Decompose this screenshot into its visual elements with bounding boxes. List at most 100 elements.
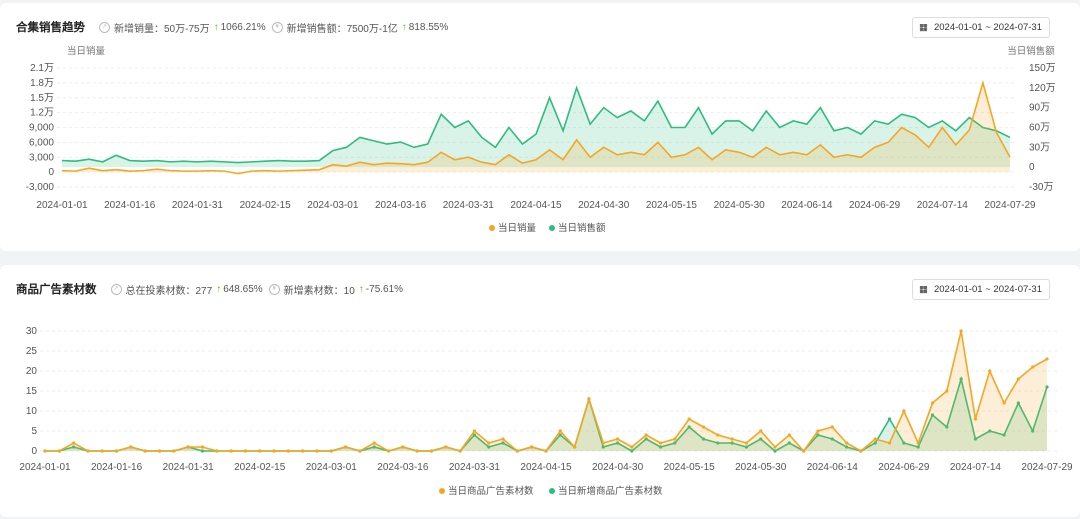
y2-tick-label: 120万 [1029, 83, 1056, 94]
y2-tick-label: 60万 [1029, 123, 1050, 134]
x-tick-label: 2024-02-15 [234, 462, 286, 473]
data-point [1031, 365, 1035, 369]
data-point [1016, 377, 1020, 381]
data-point [687, 417, 691, 421]
data-point [916, 441, 920, 445]
data-point [372, 441, 376, 445]
y-tick-label: 10 [26, 406, 38, 417]
x-tick-label: 2024-01-31 [172, 200, 224, 211]
y-tick-label: 9,000 [29, 123, 54, 134]
data-point [286, 449, 290, 453]
y2-tick-label: -30万 [1029, 182, 1053, 193]
data-point [172, 449, 176, 453]
data-point [887, 417, 892, 421]
x-tick-label: 2024-06-29 [849, 200, 901, 211]
data-point [444, 445, 448, 449]
y-tick-label: 1.8万 [30, 78, 54, 89]
data-point [429, 449, 434, 453]
legend-marker [549, 225, 555, 231]
x-tick-label: 2024-01-31 [163, 462, 215, 473]
legend-label: 当日商品广告素材数 [448, 485, 534, 497]
x-tick-label: 2024-07-29 [1021, 462, 1073, 473]
data-point [472, 429, 477, 433]
data-point [787, 433, 791, 437]
legend-label: 当日销量 [498, 222, 537, 234]
y-tick-label: 0 [48, 167, 54, 178]
y-tick-label: 25 [26, 346, 38, 357]
x-tick-label: 2024-03-16 [377, 462, 429, 473]
data-point [701, 425, 706, 429]
data-point [1002, 401, 1006, 405]
data-point [730, 437, 734, 441]
data-point [386, 449, 391, 453]
data-point [716, 433, 720, 437]
data-point [658, 441, 663, 445]
data-point [315, 449, 319, 453]
x-tick-label: 2024-01-16 [91, 462, 143, 473]
data-point [830, 425, 834, 429]
data-point [845, 441, 849, 445]
y2-tick-label: 30万 [1029, 142, 1050, 153]
x-tick-label: 2024-05-15 [646, 200, 698, 211]
y-tick-label: 0 [31, 446, 37, 457]
data-point [887, 441, 892, 445]
data-point [301, 449, 305, 453]
data-point [973, 417, 978, 421]
data-point [945, 389, 949, 393]
x-tick-label: 2024-04-15 [510, 200, 562, 211]
x-tick-label: 2024-03-01 [307, 200, 359, 211]
x-tick-label: 2024-02-15 [240, 200, 292, 211]
data-point [129, 445, 133, 449]
x-tick-label: 2024-03-16 [375, 200, 427, 211]
data-point [573, 445, 577, 449]
data-point [415, 449, 419, 453]
data-point [558, 429, 562, 433]
x-tick-label: 2024-06-14 [781, 200, 833, 211]
x-tick-label: 2024-05-30 [714, 200, 766, 211]
y2-tick-label: 0 [1029, 162, 1035, 173]
data-point [229, 449, 233, 453]
x-tick-label: 2024-06-29 [878, 462, 930, 473]
x-tick-label: 2024-04-30 [592, 462, 644, 473]
y-tick-label: 3,000 [29, 152, 54, 163]
legend-label: 当日销售额 [558, 222, 606, 234]
data-point [57, 449, 61, 453]
data-point [1045, 357, 1049, 361]
data-point [143, 449, 147, 453]
data-point [530, 445, 534, 449]
data-point [673, 437, 677, 441]
x-tick-label: 2024-05-30 [735, 462, 787, 473]
legend-marker [439, 488, 445, 494]
data-point [458, 449, 462, 453]
y-axis-title: 当日销量 [67, 45, 106, 57]
data-point [873, 437, 877, 441]
y-tick-label: 15 [26, 386, 38, 397]
data-point [186, 445, 190, 449]
data-point [358, 449, 362, 453]
data-point [114, 449, 119, 453]
data-point [515, 449, 519, 453]
data-point [329, 449, 333, 453]
data-point [615, 437, 620, 441]
y-tick-label: 1.2万 [30, 108, 54, 119]
data-point [902, 409, 906, 413]
data-point [802, 449, 806, 453]
x-tick-label: 2024-06-14 [807, 462, 859, 473]
data-point [86, 449, 90, 453]
data-point [501, 437, 505, 441]
data-point [759, 429, 763, 433]
x-tick-label: 2024-03-01 [306, 462, 358, 473]
data-point [816, 429, 820, 433]
data-point [200, 445, 205, 449]
y2-tick-label: 90万 [1029, 103, 1050, 114]
data-point [601, 441, 605, 445]
y-tick-label: 6,000 [29, 137, 54, 148]
legend-marker [489, 225, 495, 231]
data-point [100, 449, 104, 453]
data-point [344, 445, 348, 449]
x-tick-label: 2024-04-15 [520, 462, 572, 473]
data-point [401, 445, 405, 449]
data-point [930, 401, 935, 405]
charts: -3,000 0 3,000 6,000 9,000 1.2万 1.5万 1.8万 2.1万 -3… [19, 45, 1073, 497]
data-point [72, 441, 76, 445]
